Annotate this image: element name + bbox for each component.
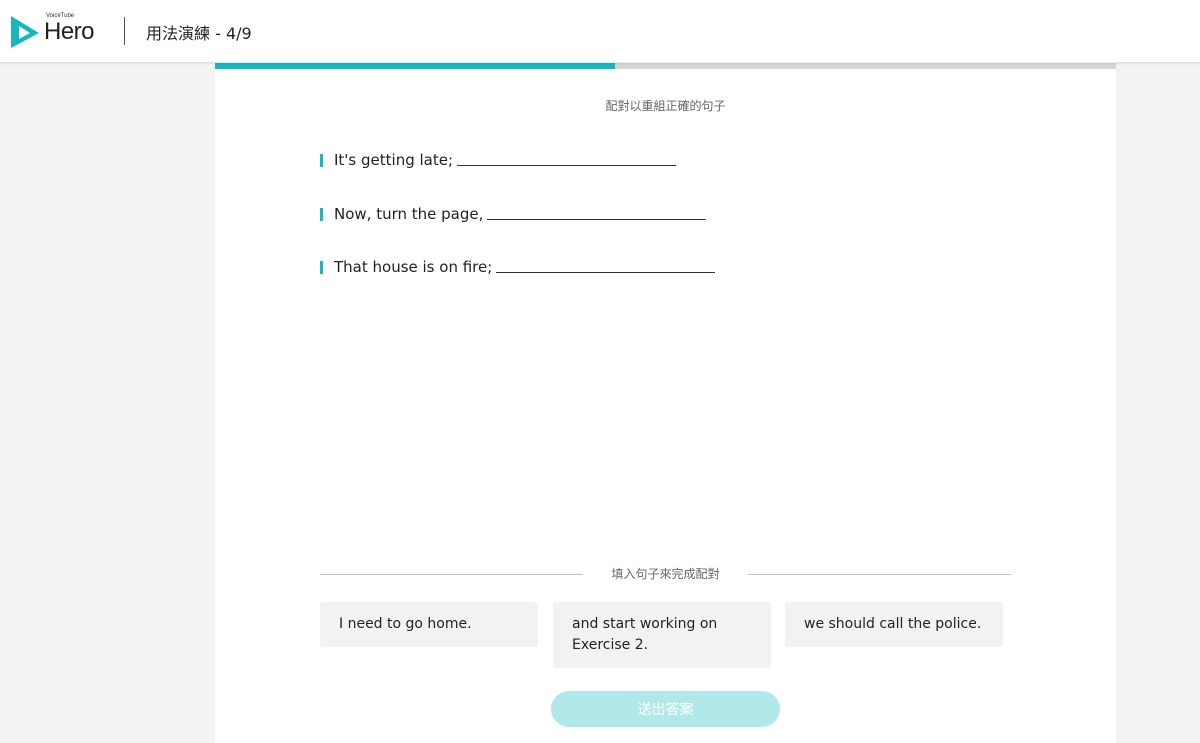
option-card[interactable]: and start working on Exercise 2. (553, 602, 771, 668)
progress-fill (215, 63, 615, 69)
logo-main-text: Hero (44, 18, 95, 45)
page-title: 用法演練 - 4/9 (146, 24, 252, 43)
divider-line-right (748, 574, 1011, 575)
submit-answer-button[interactable]: 送出答案 (551, 691, 780, 727)
option-card[interactable]: I need to go home. (320, 602, 538, 647)
sentence-text: Now, turn the page, (334, 205, 484, 223)
sentence-marker (320, 260, 323, 274)
header-divider (124, 17, 125, 45)
answer-blank[interactable] (457, 164, 677, 166)
sentence-marker (320, 207, 323, 221)
sentence-row: It's getting late; (320, 149, 677, 171)
sentence-row: That house is on fire; (320, 256, 716, 278)
sentence-text: That house is on fire; (334, 258, 493, 276)
progress-bar (215, 63, 1116, 69)
option-card[interactable]: we should call the police. (785, 602, 1003, 647)
play-triangle-icon (11, 16, 39, 48)
voicetube-hero-logo[interactable]: VoiceTube Hero (10, 12, 110, 50)
top-header: VoiceTube Hero 用法演練 - 4/9 (0, 0, 1200, 62)
options-divider: 填入句子來完成配對 (320, 565, 1011, 583)
sentence-marker (320, 153, 323, 167)
instruction-text: 配對以重組正確的句子 (605, 99, 726, 113)
sentence-text: It's getting late; (334, 151, 454, 169)
exercise-panel: 配對以重組正確的句子 It's getting late; Now, turn … (215, 62, 1116, 743)
answer-blank[interactable] (496, 271, 716, 273)
answer-blank[interactable] (487, 218, 707, 220)
sentence-row: Now, turn the page, (320, 203, 707, 225)
